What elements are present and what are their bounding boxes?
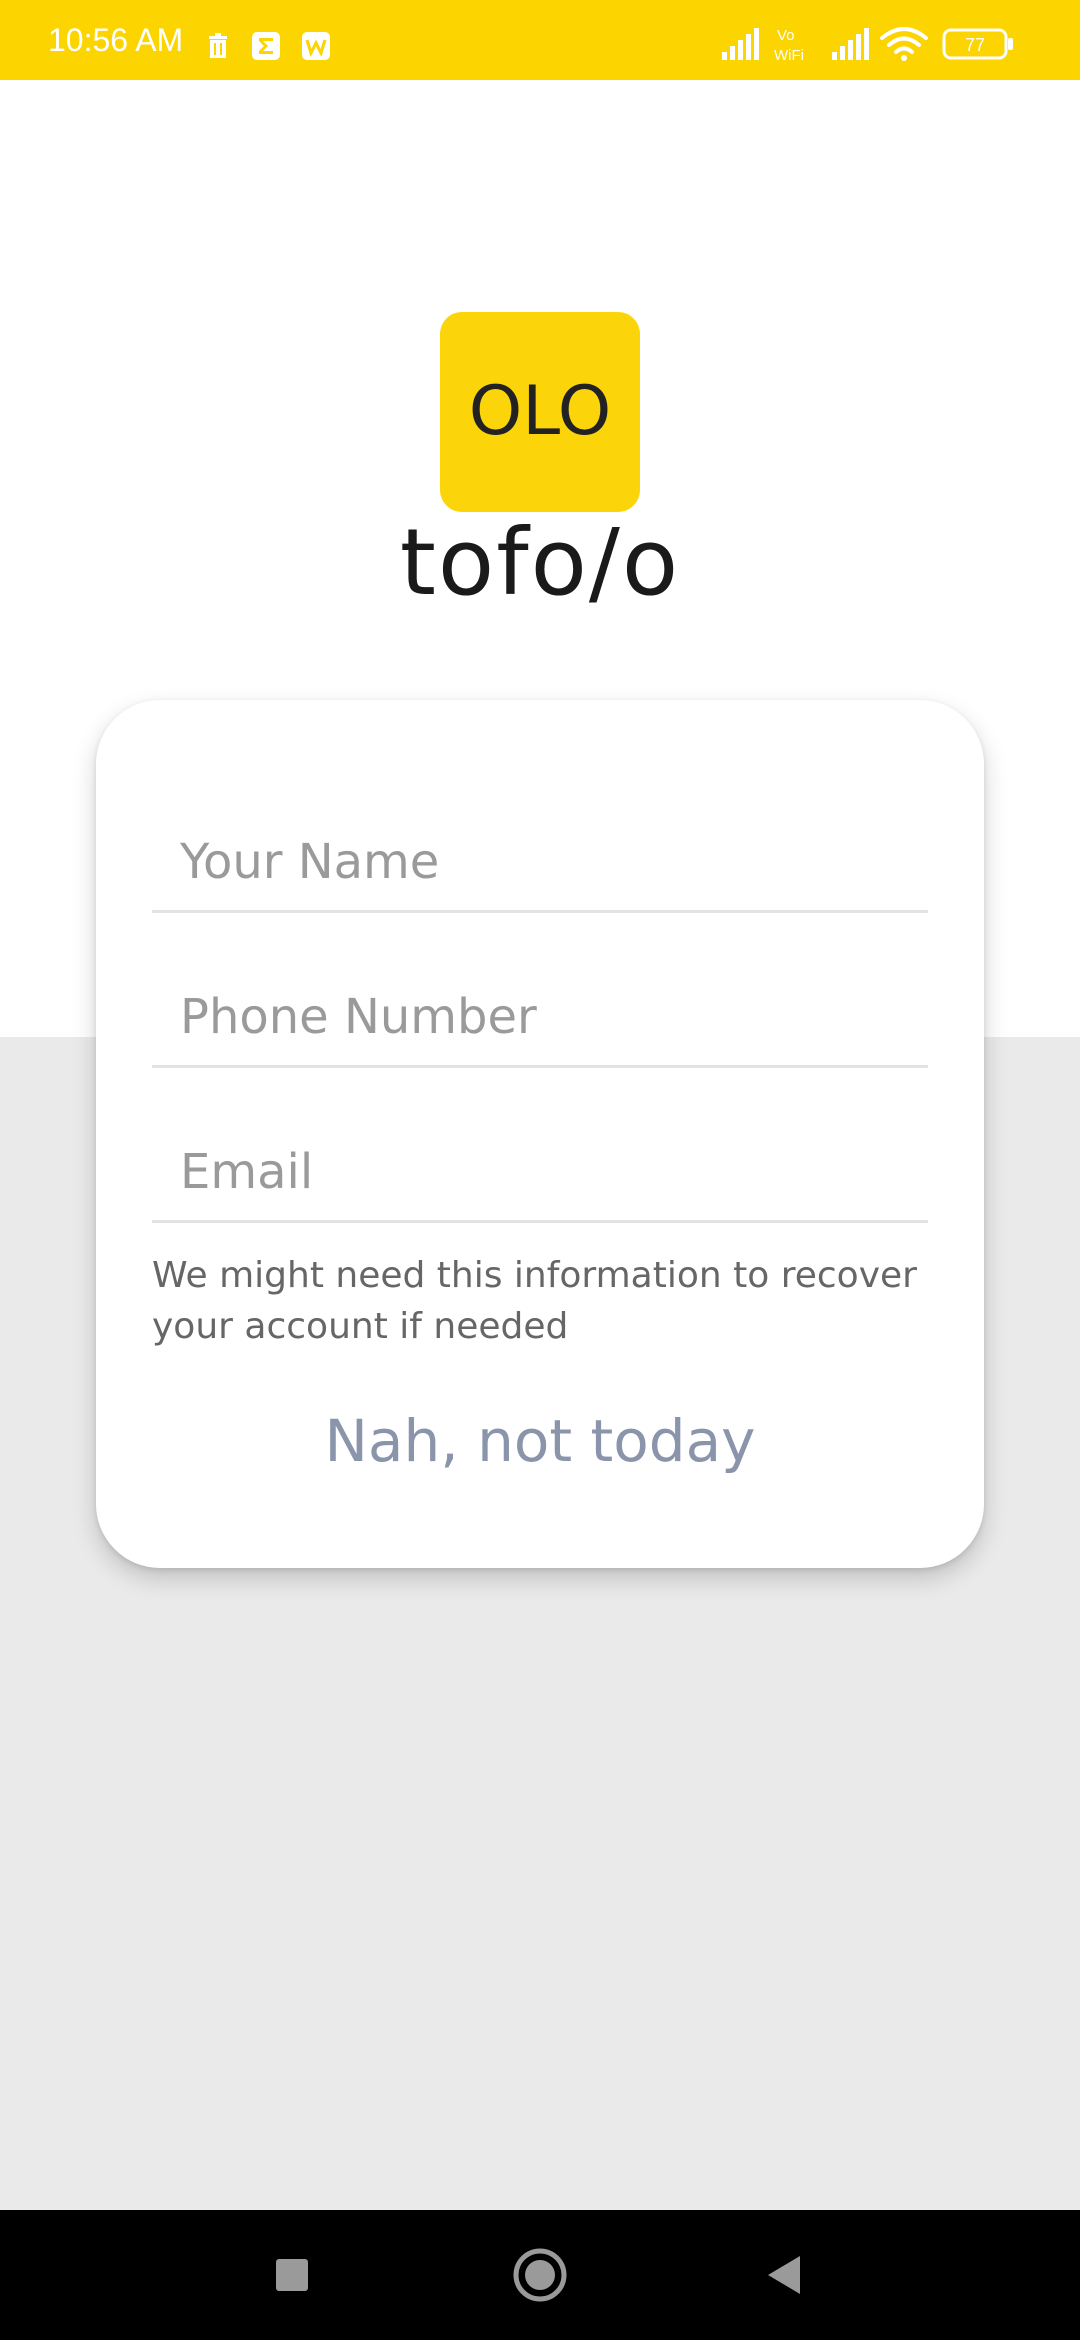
status-indicators: Vo WiFi 77: [722, 27, 1013, 64]
name-field-container: [152, 814, 928, 913]
brand-name: tofo/o: [399, 509, 681, 616]
svg-text:77: 77: [965, 35, 985, 55]
skip-button[interactable]: Nah, not today: [96, 1406, 984, 1476]
olo-logo-icon: OLO: [469, 372, 612, 451]
recents-button[interactable]: [232, 2210, 352, 2340]
status-time: 10:56 AM: [48, 22, 184, 58]
back-icon: [768, 2256, 800, 2294]
phone-field-container: [152, 969, 928, 1068]
svg-text:Vo: Vo: [777, 27, 795, 44]
status-bar: 10:56 AM Vo WiFi 77: [0, 0, 1080, 80]
signal-icon: [722, 28, 759, 60]
email-field-container: [152, 1124, 928, 1223]
navigation-bar: [0, 2210, 1080, 2340]
home-button[interactable]: [480, 2210, 600, 2340]
svg-text:OLO: OLO: [469, 372, 612, 451]
helper-text: We might need this information to recove…: [152, 1255, 917, 1347]
delete-icon: [209, 33, 227, 58]
wps-icon: [302, 32, 330, 60]
name-input[interactable]: [152, 814, 928, 910]
sigma-icon: [252, 32, 280, 60]
wifi-icon: [880, 27, 928, 54]
battery-icon: 77: [942, 28, 1013, 60]
email-input[interactable]: [152, 1124, 928, 1220]
svg-text:WiFi: WiFi: [774, 47, 804, 64]
app-logo: OLO: [440, 312, 640, 512]
home-icon: [513, 2248, 567, 2302]
contact-info-card: We might need this information to recove…: [96, 700, 984, 1568]
recents-icon: [276, 2259, 308, 2291]
back-button[interactable]: [726, 2210, 846, 2340]
phone-input[interactable]: [152, 969, 928, 1065]
signal-icon-2: [832, 28, 869, 60]
